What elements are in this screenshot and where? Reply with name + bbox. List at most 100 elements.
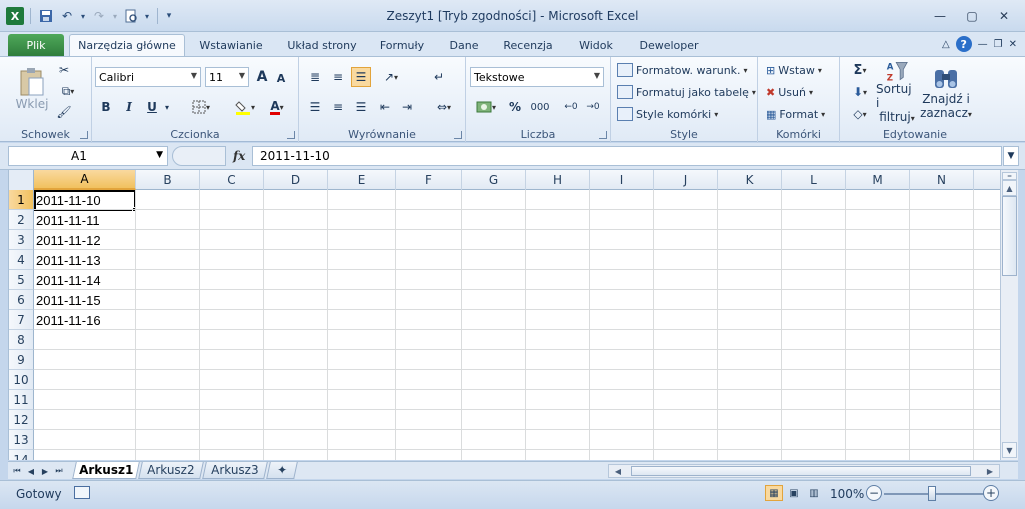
page-layout-view-icon[interactable]: ▣ xyxy=(785,485,803,501)
delete-cells-button[interactable]: ✖ Usuń ▾ xyxy=(766,82,813,102)
fill-color-button[interactable]: ▾ xyxy=(230,97,260,117)
tab-review[interactable]: Recenzja xyxy=(495,34,561,56)
row-header-4[interactable]: 4 xyxy=(9,250,34,270)
maximize-icon[interactable]: ▢ xyxy=(957,6,987,26)
orientation-icon[interactable]: ↗ ▾ xyxy=(377,67,405,87)
sort-filter-button[interactable]: AZ Sortuj i filtruj▾ xyxy=(876,60,918,124)
zoom-out-icon[interactable]: − xyxy=(866,485,882,501)
align-right-icon[interactable]: ☰ xyxy=(351,97,371,117)
tab-file[interactable]: Plik xyxy=(8,34,64,56)
window-minimize-icon[interactable]: — xyxy=(978,39,988,50)
name-box[interactable]: A1 ▼ xyxy=(8,146,168,166)
tab-page-layout[interactable]: Układ strony xyxy=(278,34,366,56)
insert-sheet-button[interactable]: ✦ xyxy=(266,462,298,479)
paste-button[interactable]: Wklej xyxy=(14,61,50,117)
column-header-l[interactable]: L xyxy=(782,170,846,190)
column-header-m[interactable]: M xyxy=(846,170,910,190)
row-header-1[interactable]: 1 xyxy=(9,190,34,210)
shrink-font-button[interactable]: A xyxy=(273,69,289,87)
column-header-j[interactable]: J xyxy=(654,170,718,190)
scroll-down-icon[interactable]: ▼ xyxy=(1002,442,1017,458)
vertical-scroll-thumb[interactable] xyxy=(1002,196,1017,276)
tab-view[interactable]: Widok xyxy=(566,34,626,56)
minimize-ribbon-icon[interactable]: △ xyxy=(942,39,950,50)
format-painter-icon[interactable]: 🖌 xyxy=(54,103,74,121)
cell-a1[interactable]: 2011-11-10 xyxy=(36,190,134,210)
row-header-9[interactable]: 9 xyxy=(9,350,34,370)
font-name-dropdown-icon[interactable]: ▼ xyxy=(191,71,197,80)
column-header-h[interactable]: H xyxy=(526,170,590,190)
find-select-button[interactable]: Znajdź i zaznacz▾ xyxy=(920,60,972,124)
grow-font-button[interactable]: A xyxy=(253,67,271,87)
number-format-combo[interactable]: Tekstowe ▼ xyxy=(470,67,604,87)
tab-formulas[interactable]: Formuły xyxy=(371,34,433,56)
window-close-icon[interactable]: ✕ xyxy=(1009,39,1017,50)
cell-a6[interactable]: 2011-11-15 xyxy=(36,290,134,310)
font-color-button[interactable]: A ▾ xyxy=(262,97,292,117)
wrap-text-icon[interactable]: ↵ xyxy=(429,67,449,87)
cell-a7[interactable]: 2011-11-16 xyxy=(36,310,134,330)
row-header-5[interactable]: 5 xyxy=(9,270,34,290)
decrease-indent-icon[interactable]: ⇤ xyxy=(375,97,395,117)
fill-button[interactable]: ⬇ ▾ xyxy=(846,82,874,102)
column-header-i[interactable]: I xyxy=(590,170,654,190)
normal-view-icon[interactable]: ▦ xyxy=(765,485,783,501)
align-bottom-icon[interactable]: ☰ xyxy=(351,67,371,87)
vertical-scrollbar[interactable]: ═ ▲ ▼ xyxy=(1000,170,1018,460)
row-header-12[interactable]: 12 xyxy=(9,410,34,430)
formula-input[interactable]: 2011-11-10 xyxy=(252,146,1002,166)
zoom-slider-thumb[interactable] xyxy=(928,486,936,501)
decrease-decimal-icon[interactable]: →0 xyxy=(583,97,603,117)
row-header-2[interactable]: 2 xyxy=(9,210,34,230)
clipboard-launcher-icon[interactable] xyxy=(80,131,88,139)
tab-home[interactable]: Narzędzia główne xyxy=(69,34,185,56)
align-left-icon[interactable]: ☰ xyxy=(305,97,325,117)
bold-button[interactable]: B xyxy=(97,97,115,117)
insert-cells-button[interactable]: ⊞ Wstaw ▾ xyxy=(766,60,822,80)
row-header-11[interactable]: 11 xyxy=(9,390,34,410)
scroll-left-icon[interactable]: ◀ xyxy=(611,465,625,477)
help-icon[interactable]: ? xyxy=(955,36,972,52)
next-sheet-icon[interactable]: ▶ xyxy=(40,464,50,478)
expand-formula-bar-icon[interactable]: ▼ xyxy=(1003,146,1019,166)
conditional-formatting-button[interactable]: Formatow. warunk. ▾ xyxy=(617,60,748,80)
select-all-corner[interactable] xyxy=(9,170,34,190)
align-center-icon[interactable]: ≡ xyxy=(328,97,348,117)
percent-button[interactable]: % xyxy=(506,97,524,117)
column-header-n[interactable]: N xyxy=(910,170,974,190)
increase-decimal-icon[interactable]: ←0 xyxy=(561,97,581,117)
macro-record-icon[interactable] xyxy=(74,486,90,499)
italic-button[interactable]: I xyxy=(120,97,138,117)
sheet-tab-arkusz1[interactable]: Arkusz1 xyxy=(72,462,140,479)
row-header-8[interactable]: 8 xyxy=(9,330,34,350)
cell-a5[interactable]: 2011-11-14 xyxy=(36,270,134,290)
align-top-icon[interactable]: ≣ xyxy=(305,67,325,87)
sheet-tab-arkusz3[interactable]: Arkusz3 xyxy=(202,462,268,479)
cell-a4[interactable]: 2011-11-13 xyxy=(36,250,134,270)
increase-indent-icon[interactable]: ⇥ xyxy=(397,97,417,117)
worksheet-grid[interactable]: ABCDEFGHIJKLMN 1 2 3 4 5 6 7 8 9 10 11 12 13 14 2011-… xyxy=(8,170,1000,460)
format-as-table-button[interactable]: Formatuj jako tabelę ▾ xyxy=(617,82,756,102)
currency-icon[interactable]: ▾ xyxy=(472,97,500,117)
insert-function-button[interactable]: fx xyxy=(233,149,245,163)
row-header-6[interactable]: 6 xyxy=(9,290,34,310)
thousands-button[interactable]: 000 xyxy=(528,97,552,117)
underline-button[interactable]: U xyxy=(143,97,161,117)
row-header-14[interactable]: 14 xyxy=(9,450,34,460)
prev-sheet-icon[interactable]: ◀ xyxy=(26,464,36,478)
column-header-k[interactable]: K xyxy=(718,170,782,190)
close-icon[interactable]: ✕ xyxy=(989,6,1019,26)
tab-data[interactable]: Dane xyxy=(438,34,490,56)
column-header-f[interactable]: F xyxy=(396,170,462,190)
cell-styles-button[interactable]: Style komórki ▾ xyxy=(617,104,718,124)
font-size-combo[interactable]: 11 ▼ xyxy=(205,67,249,87)
row-header-13[interactable]: 13 xyxy=(9,430,34,450)
cell-a2[interactable]: 2011-11-11 xyxy=(36,210,134,230)
borders-button[interactable]: ▾ xyxy=(186,97,216,117)
column-header-g[interactable]: G xyxy=(462,170,526,190)
first-sheet-icon[interactable]: ⏮ xyxy=(12,464,22,478)
align-middle-icon[interactable]: ≡ xyxy=(328,67,348,87)
number-launcher-icon[interactable] xyxy=(599,131,607,139)
row-header-7[interactable]: 7 xyxy=(9,310,34,330)
font-name-combo[interactable]: Calibri ▼ xyxy=(95,67,201,87)
